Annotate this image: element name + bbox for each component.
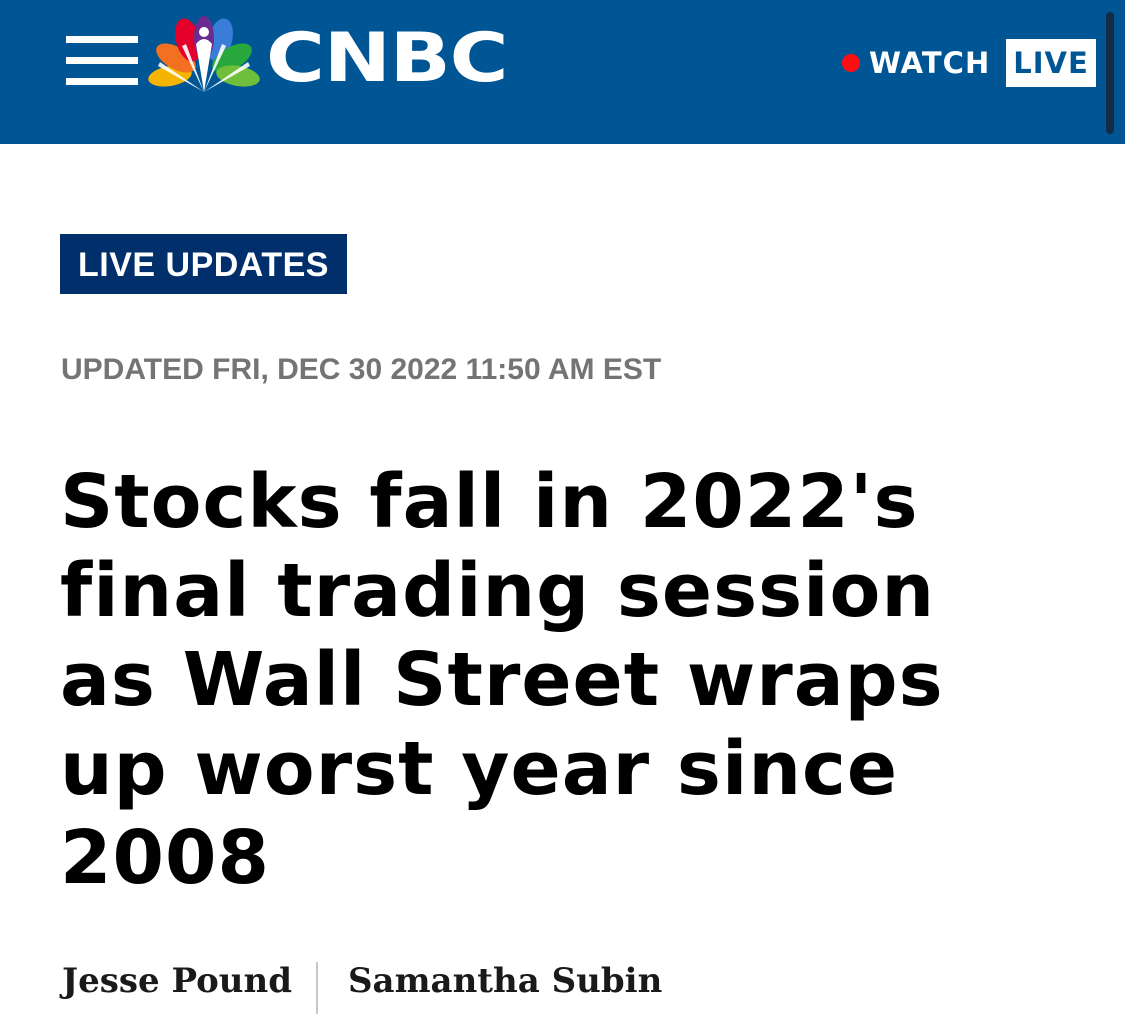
watch-live-button[interactable]: WATCH LIVE — [842, 39, 1096, 87]
live-updates-badge[interactable]: LIVE UPDATES — [60, 234, 347, 294]
site-header: CNBC WATCH LIVE — [0, 0, 1125, 144]
watch-label: WATCH — [869, 46, 991, 80]
author-link-samantha-subin[interactable]: Samantha Subin — [348, 958, 662, 1004]
scrollbar[interactable] — [1106, 12, 1114, 134]
cnbc-wordmark: CNBC — [266, 19, 509, 98]
author-divider — [316, 962, 318, 1014]
live-dot-icon — [842, 54, 860, 72]
live-label: LIVE — [1006, 39, 1096, 87]
updated-timestamp: UPDATED FRI, DEC 30 2022 11:50 AM EST — [61, 353, 662, 386]
nbc-peacock-icon — [148, 16, 260, 92]
hamburger-menu-icon[interactable] — [66, 36, 138, 86]
author-link-jesse-pound[interactable]: Jesse Pound — [62, 958, 292, 1004]
page-title: Stocks fall in 2022's final trading sess… — [60, 459, 944, 901]
